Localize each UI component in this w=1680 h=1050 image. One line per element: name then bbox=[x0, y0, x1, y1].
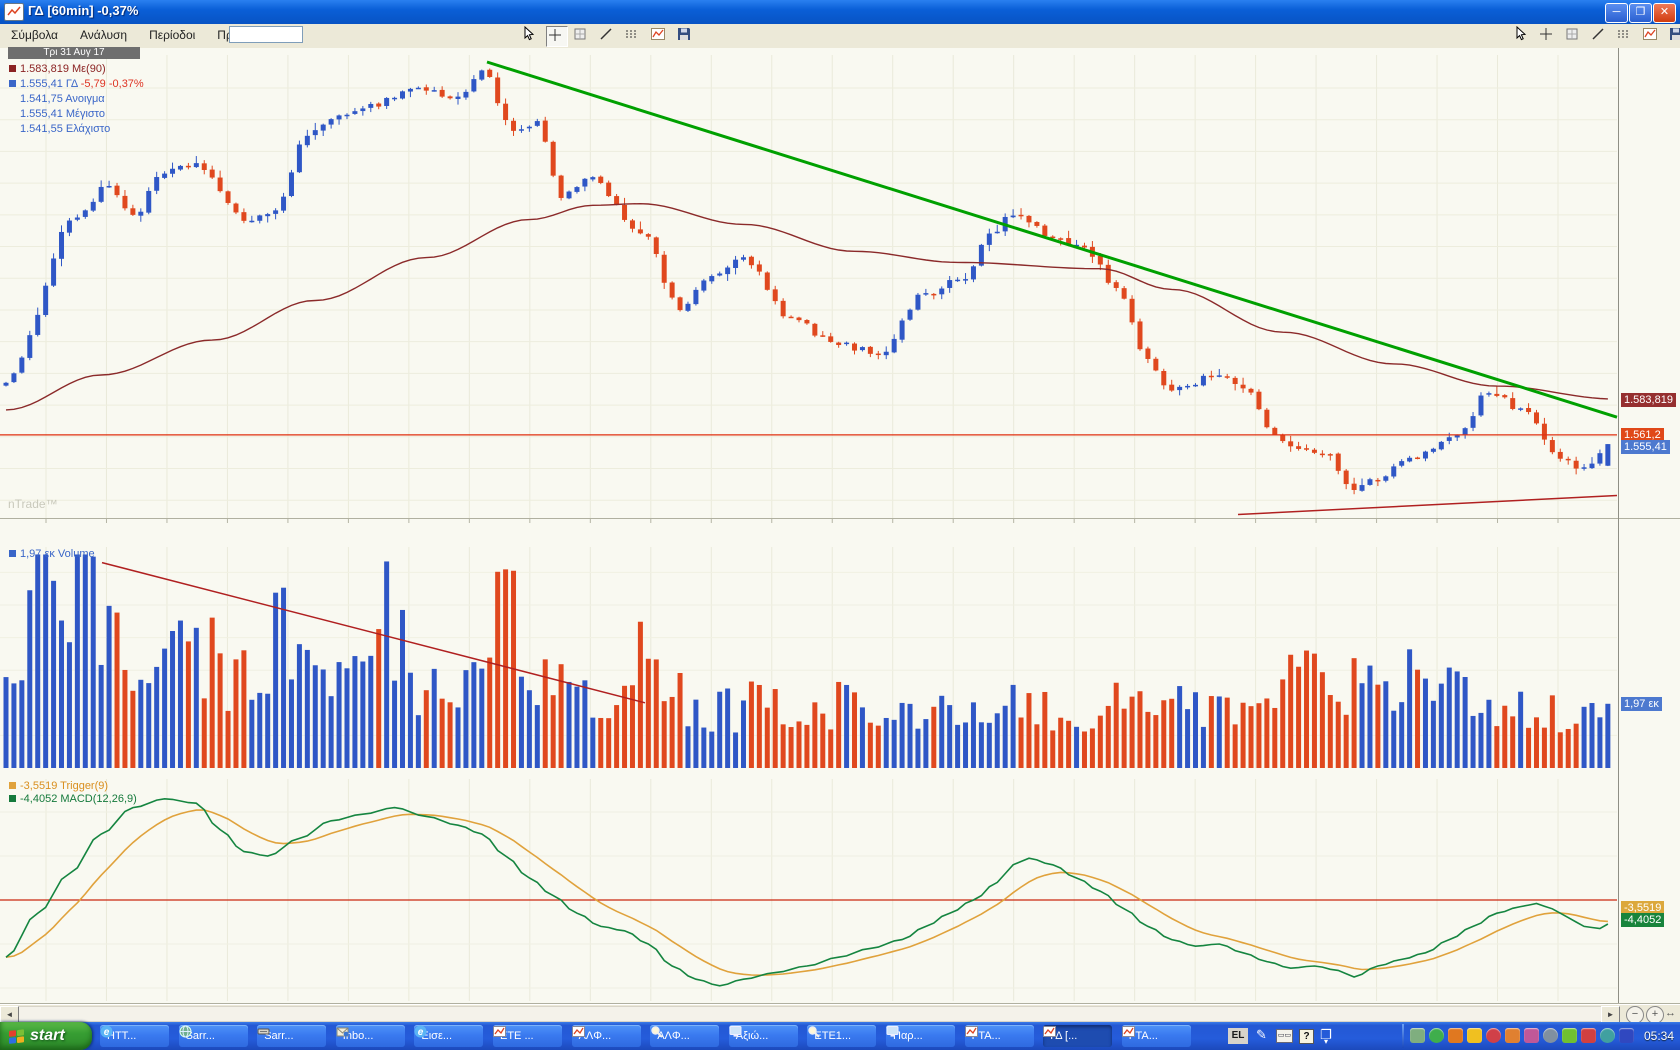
taskbar-button-ΓΔ[interactable]: ΓΔ [... bbox=[1043, 1025, 1112, 1047]
taskbar: start eHTT... Sarr... Sarr... Inbo... eΕισε.… bbox=[0, 1022, 1680, 1050]
windows-flag-icon bbox=[8, 1028, 25, 1044]
taskbar-button-Sarr[interactable]: Sarr... bbox=[257, 1025, 326, 1047]
taskbar-button-ETE[interactable]: ETE ... bbox=[493, 1025, 562, 1047]
ma-legend: 1.583,819 Με(90) bbox=[20, 63, 106, 75]
volume-badge: 1,97 εκ bbox=[1621, 697, 1662, 711]
language-indicator[interactable]: EL bbox=[1228, 1028, 1248, 1044]
horizontal-scrollbar[interactable] bbox=[18, 1006, 1617, 1022]
change-legend: -5,79 -0,37% bbox=[78, 78, 144, 90]
start-button[interactable]: start bbox=[0, 1022, 92, 1050]
price-legend: 1.555,41 ΓΔ bbox=[20, 78, 78, 90]
tray-shield-icon[interactable] bbox=[1467, 1028, 1482, 1043]
high-legend: 1.555,41 Μέγιστο bbox=[8, 107, 144, 122]
tray-sync-icon[interactable] bbox=[1619, 1028, 1634, 1043]
tray-audio-icon[interactable] bbox=[1543, 1028, 1558, 1043]
help-icon[interactable]: ? bbox=[1299, 1029, 1314, 1044]
ma-swatch bbox=[9, 65, 16, 72]
ma-value-badge: 1.583,819 bbox=[1621, 393, 1676, 407]
watermark: nTrade™ bbox=[8, 497, 58, 511]
tray-network-icon[interactable] bbox=[1600, 1028, 1615, 1043]
taskbar-button-Παρ[interactable]: Παρ... bbox=[886, 1025, 955, 1047]
tray-disk-icon[interactable] bbox=[1410, 1028, 1425, 1043]
taskbar-clock: 05:34 bbox=[1638, 1022, 1680, 1050]
taskbar-button-FTA[interactable]: FTA... bbox=[965, 1025, 1034, 1047]
macd-swatch bbox=[9, 795, 16, 802]
chart-canvas[interactable] bbox=[0, 0, 1680, 1050]
tray-alert-icon[interactable] bbox=[1505, 1028, 1520, 1043]
taskbar-button-Αξι[interactable]: Αξιώ... bbox=[729, 1025, 798, 1047]
tray-java-icon[interactable] bbox=[1448, 1028, 1463, 1043]
open-legend: 1.541,75 Ανοιγμα bbox=[8, 92, 144, 107]
price-info-box: Τρι 31 Αυγ 17 1.583,819 Με(90) 1.555,41 … bbox=[8, 47, 144, 137]
macd-badge: -4,4052 bbox=[1621, 913, 1664, 927]
low-legend: 1.541,55 Ελάχιστο bbox=[8, 122, 144, 137]
taskbar-button-ΕΤΕ1[interactable]: ΕΤΕ1... bbox=[807, 1025, 876, 1047]
tray-divider bbox=[1402, 1024, 1404, 1048]
tray-spybot-icon[interactable] bbox=[1562, 1028, 1577, 1043]
volume-legend: 1,97 εκ Volume bbox=[8, 548, 95, 560]
taskbar-button-FTA[interactable]: FTA... bbox=[1122, 1025, 1191, 1047]
taskbar-button-ΑΛΦ[interactable]: ΑΛΦ... bbox=[572, 1025, 641, 1047]
restore-window-icon[interactable]: ❐▾ bbox=[1320, 1027, 1332, 1043]
tray-heart-icon[interactable] bbox=[1486, 1028, 1501, 1043]
volume-swatch bbox=[9, 550, 16, 557]
tray-antivirus-icon[interactable] bbox=[1429, 1028, 1444, 1043]
last-price-badge: 1.555,41 bbox=[1621, 440, 1670, 454]
price-swatch bbox=[9, 80, 16, 87]
taskbar-button-Εισε[interactable]: eΕισε... bbox=[414, 1025, 483, 1047]
tray-messenger-icon[interactable] bbox=[1524, 1028, 1539, 1043]
trigger-legend: -3,5519 Trigger(9) bbox=[8, 780, 108, 792]
chart-scroll-row: ◄ ► − + ↔ bbox=[0, 1004, 1680, 1023]
info-date: Τρι 31 Αυγ 17 bbox=[8, 47, 140, 59]
svg-text:e: e bbox=[104, 1027, 110, 1038]
svg-text:e: e bbox=[418, 1027, 424, 1038]
pen-icon[interactable]: ✎ bbox=[1256, 1027, 1267, 1043]
keyboard-icon[interactable]: ▭▭ bbox=[1276, 1029, 1293, 1043]
macd-legend: -4,4052 MACD(12,26,9) bbox=[8, 793, 137, 805]
desktop: ΓΔ [60min] -0,37% ─ ❐ ✕ ΣύμβολαΑνάλυσηΠε… bbox=[0, 0, 1680, 1050]
taskbar-button-ΑΛΦ[interactable]: ΑΛΦ... bbox=[650, 1025, 719, 1047]
taskbar-button-Sarr[interactable]: Sarr... bbox=[179, 1025, 248, 1047]
taskbar-button-Inbo[interactable]: Inbo... bbox=[336, 1025, 405, 1047]
tray-app-icon[interactable] bbox=[1581, 1028, 1596, 1043]
trigger-swatch bbox=[9, 782, 16, 789]
taskbar-button-HTT[interactable]: eHTT... bbox=[100, 1025, 169, 1047]
fit-width-icon[interactable]: ↔ bbox=[1665, 1007, 1676, 1019]
